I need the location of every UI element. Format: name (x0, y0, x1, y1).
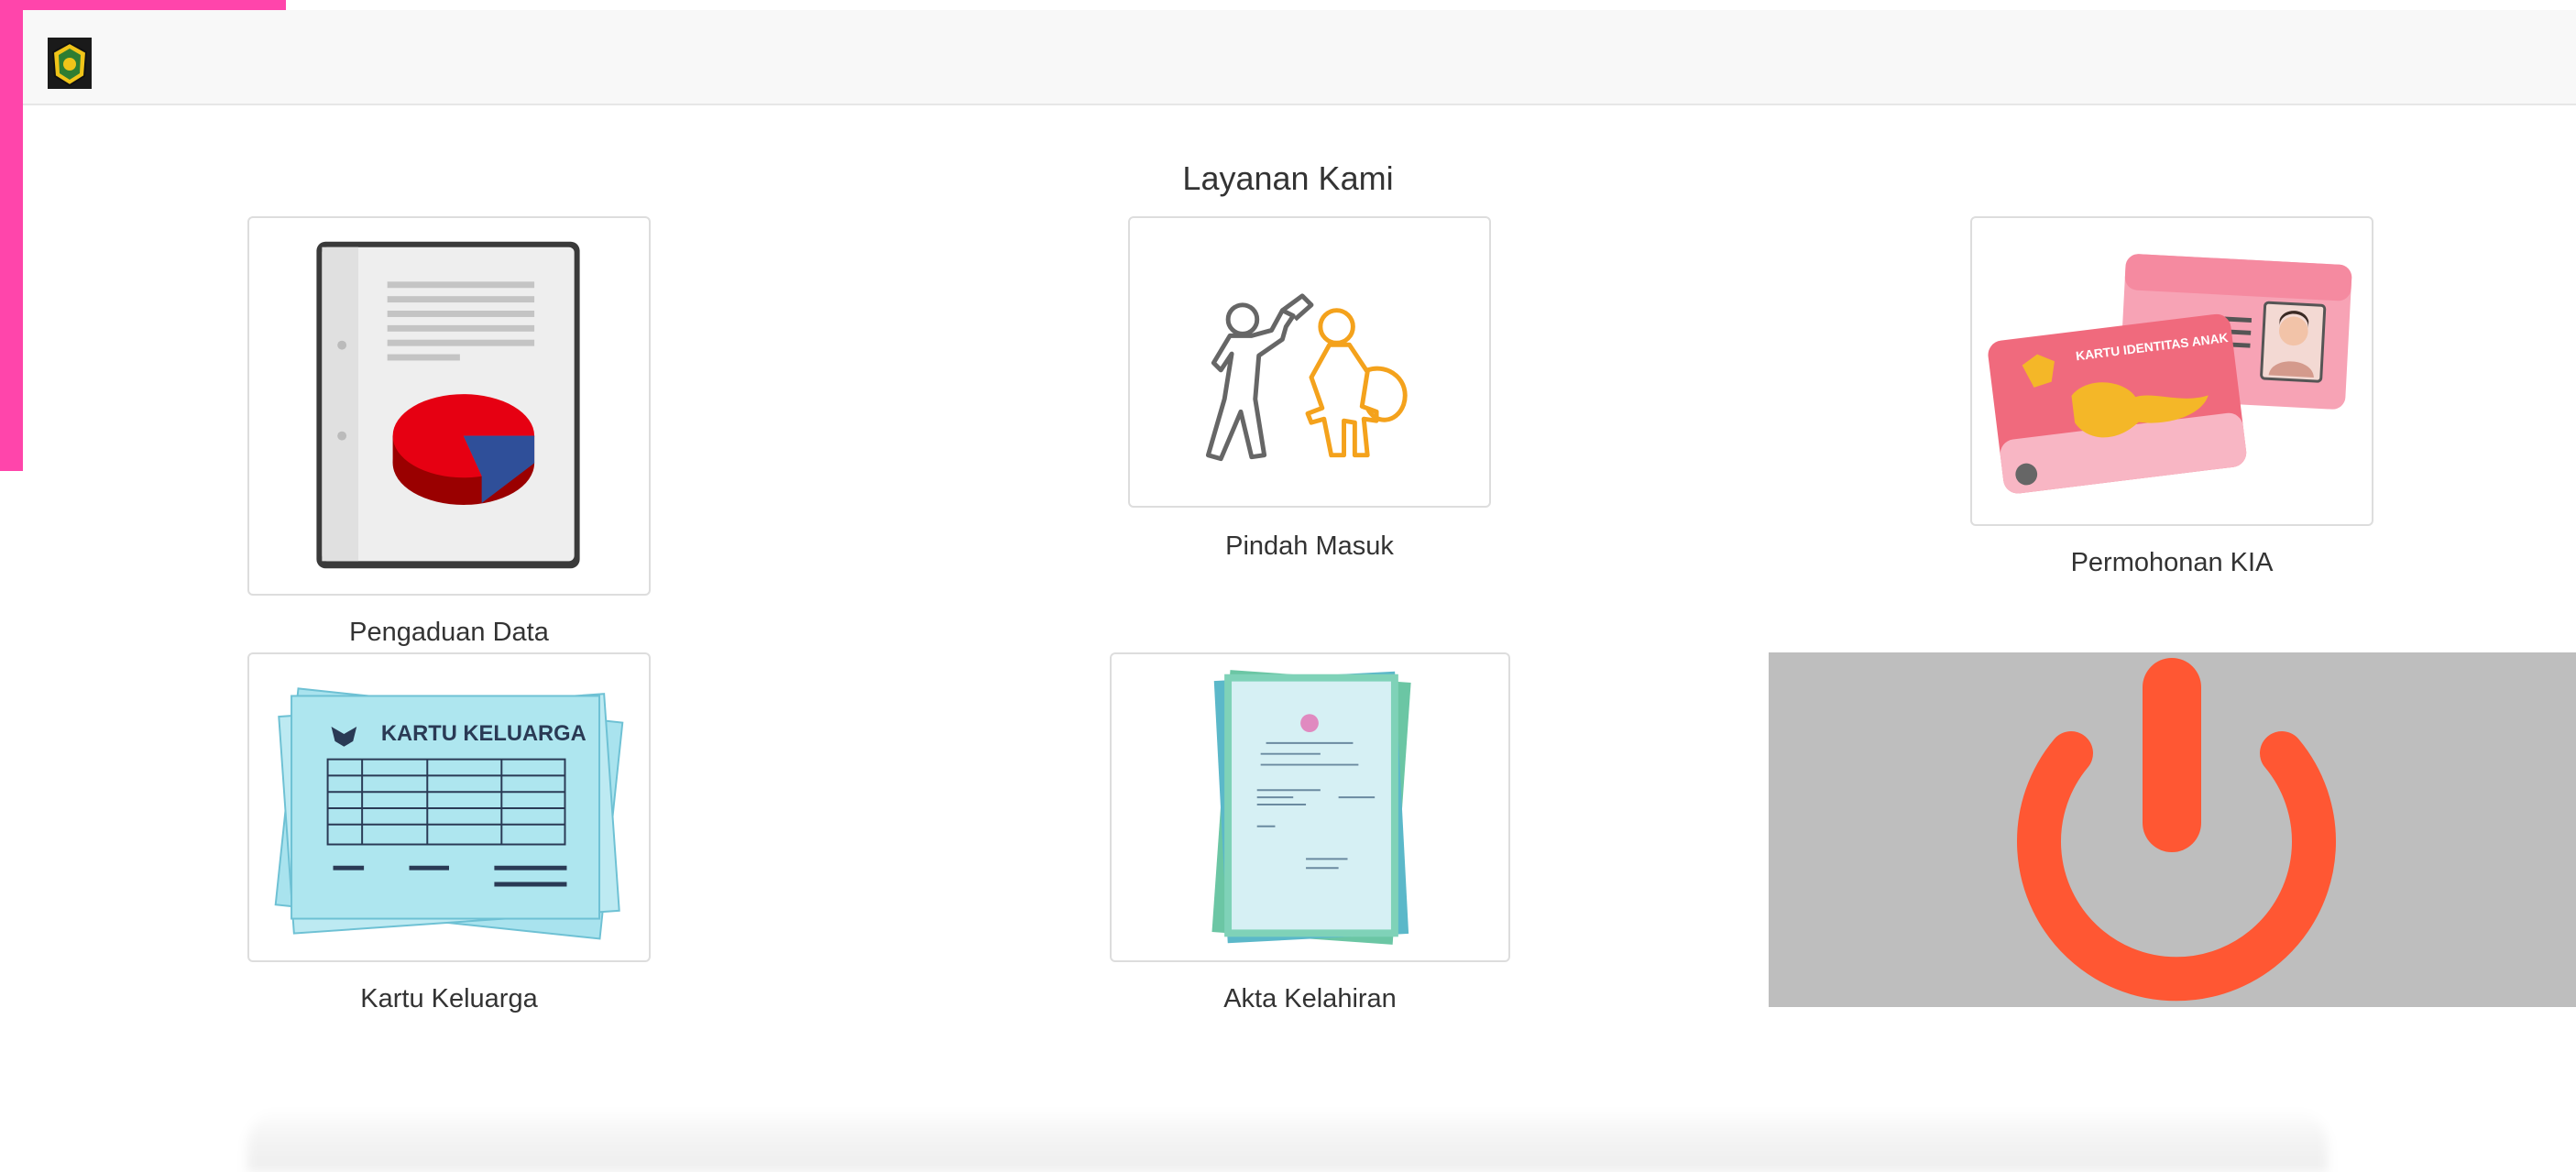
family-card-icon: KARTU KELUARGA (274, 687, 624, 940)
service-card-pengaduan-data[interactable] (247, 216, 651, 596)
svg-text:KARTU KELUARGA: KARTU KELUARGA (381, 722, 586, 746)
service-card-kartu-keluarga[interactable]: KARTU KELUARGA (247, 652, 651, 962)
birth-certificate-icon (1211, 670, 1411, 945)
navbar (23, 10, 2576, 105)
logout-button[interactable] (1769, 652, 2576, 1007)
garuda-emblem-icon[interactable] (48, 38, 92, 89)
service-label-permohonan-kia[interactable]: Permohonan KIA (1970, 548, 2373, 578)
service-label-kartu-keluarga[interactable]: Kartu Keluarga (247, 984, 651, 1014)
moving-people-icon (1205, 293, 1408, 462)
service-card-permohonan-kia[interactable]: KARTU IDENTITAS ANAK (1970, 216, 2373, 526)
report-chart-icon (316, 241, 580, 569)
footer-shadow (247, 1109, 2328, 1172)
service-card-pindah-masuk[interactable] (1128, 216, 1491, 508)
service-label-pindah-masuk[interactable]: Pindah Masuk (1128, 531, 1491, 562)
service-label-akta-kelahiran[interactable]: Akta Kelahiran (1110, 984, 1510, 1014)
page-title: Layanan Kami (1182, 159, 1394, 197)
service-label-pengaduan-data[interactable]: Pengaduan Data (247, 618, 651, 648)
service-card-akta-kelahiran[interactable] (1110, 652, 1510, 962)
power-icon (2017, 658, 2336, 1002)
child-id-card-icon: KARTU IDENTITAS ANAK (1988, 254, 2352, 494)
